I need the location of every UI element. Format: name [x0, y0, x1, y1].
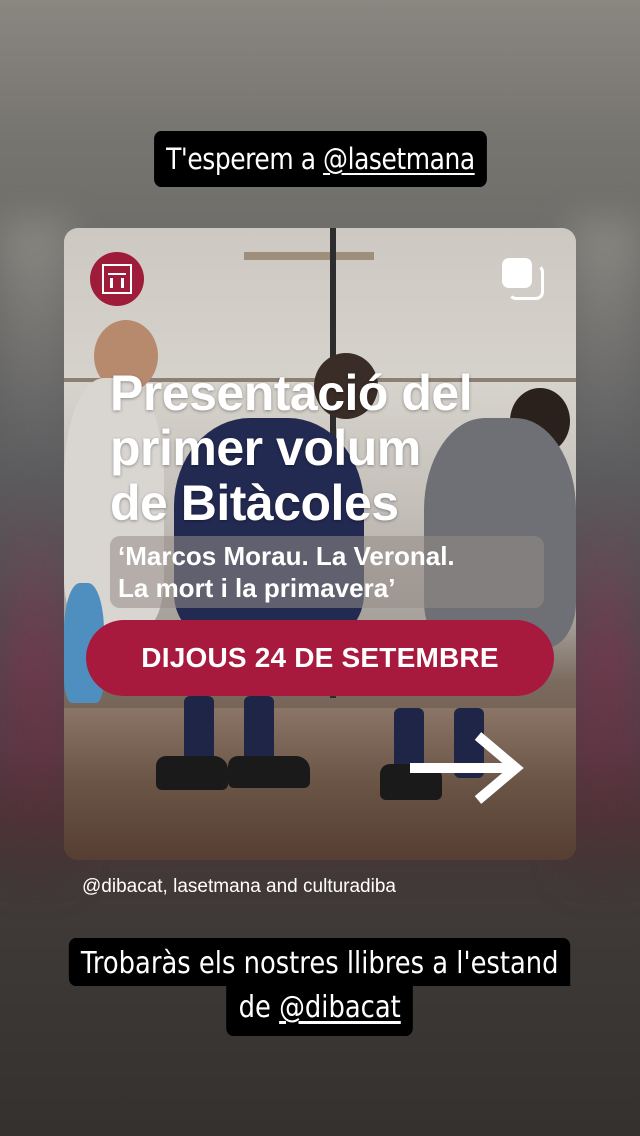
ballet-bar	[244, 252, 374, 260]
multiple-images-icon	[502, 258, 544, 300]
shared-post-card[interactable]: Presentació del primer volum de Bitàcole…	[64, 228, 576, 860]
headline-line: primer volum	[110, 420, 421, 476]
top-caption-text: T'esperem a	[165, 142, 323, 176]
subtitle-line: ‘Marcos Morau. La Veronal.	[118, 541, 455, 571]
headline-line: de Bitàcoles	[110, 475, 399, 531]
subtitle-line: La mort i la primavera’	[118, 573, 396, 603]
diba-crest-icon	[90, 252, 144, 306]
bottom-caption: Trobaràs els nostres llibres a l'estand …	[0, 938, 640, 1036]
mention-dibacat[interactable]: @dibacat	[279, 990, 401, 1025]
bottom-caption-prefix: de	[238, 990, 280, 1025]
bottom-caption-line1: Trobaràs els nostres llibres a l'estand	[69, 938, 571, 986]
headline-line: Presentació del	[110, 365, 473, 421]
date-badge: DIJOUS 24 DE SETEMBRE	[86, 620, 554, 696]
dancer-shoe	[156, 756, 228, 790]
post-headline: Presentació del primer volum de Bitàcole…	[110, 366, 570, 531]
mention-lasetmana[interactable]: @lasetmana	[323, 142, 475, 176]
post-subtitle: ‘Marcos Morau. La Veronal. La mort i la …	[110, 536, 544, 608]
background-blur-left	[0, 220, 70, 880]
tagged-accounts[interactable]: @dibacat, lasetmana and culturadiba	[82, 876, 396, 898]
dancer-shoe	[228, 756, 310, 788]
background-blur-right	[570, 220, 640, 880]
top-caption: T'esperem a @lasetmana	[0, 131, 640, 187]
top-caption-box: T'esperem a @lasetmana	[153, 131, 487, 187]
bottom-caption-wrap: Trobaràs els nostres llibres a l'estand …	[69, 938, 571, 1036]
arrow-right-icon	[410, 732, 524, 804]
bottom-caption-line2: de @dibacat	[226, 986, 414, 1036]
